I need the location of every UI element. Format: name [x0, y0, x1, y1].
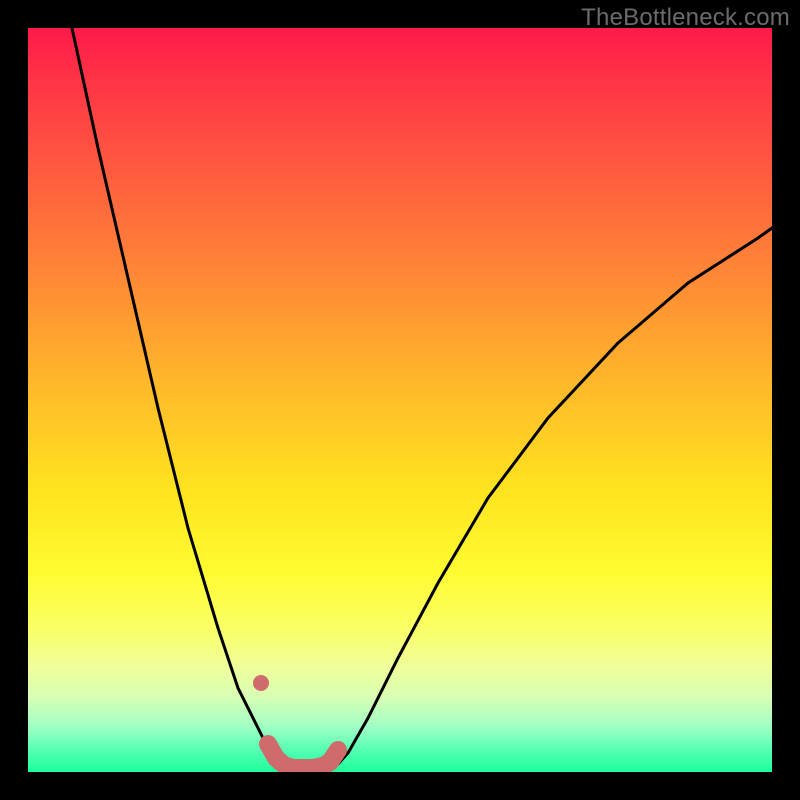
bottleneck-curve-right [330, 228, 772, 768]
chart-frame: TheBottleneck.com [0, 0, 800, 800]
valley-marker-left [253, 675, 269, 691]
plot-area [28, 28, 772, 772]
bottleneck-curve-left [72, 28, 286, 768]
bottleneck-valley-highlight [268, 744, 338, 768]
chart-svg [28, 28, 772, 772]
watermark-text: TheBottleneck.com [581, 4, 790, 32]
